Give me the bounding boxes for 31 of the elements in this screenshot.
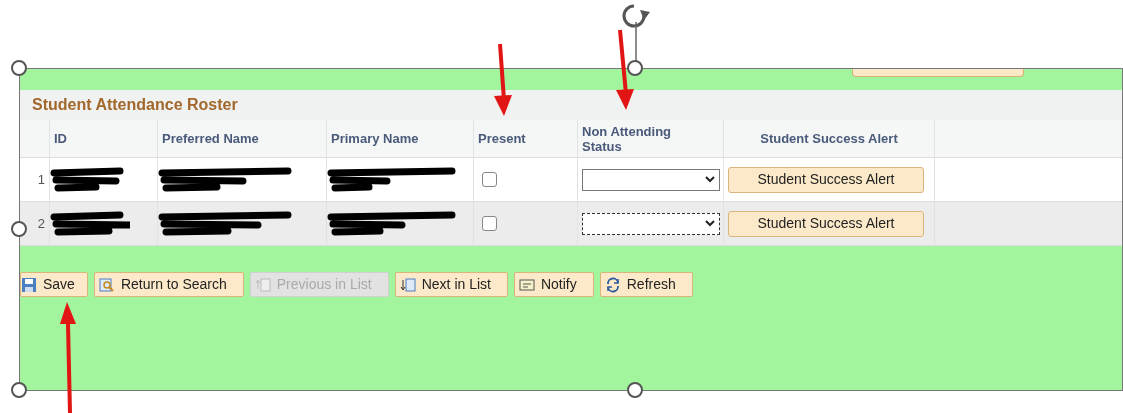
student-success-alert-button[interactable]: Student Success Alert <box>728 166 924 193</box>
column-header: Present <box>478 131 526 146</box>
chevron-down-icon <box>705 176 715 183</box>
notify-button[interactable]: Notify <box>513 272 594 297</box>
roster-title: Student Attendance Roster <box>32 95 238 115</box>
list-down-icon <box>399 276 416 293</box>
column-header: ID <box>54 131 67 146</box>
student-success-alert-button[interactable]: Student Success Alert <box>728 210 924 237</box>
column-header: Non Attending Status <box>582 123 673 154</box>
magnifier-icon <box>98 276 115 293</box>
refresh-icon <box>604 276 621 293</box>
search-button[interactable]: Return to Search <box>93 272 244 297</box>
next-button[interactable]: Next in List <box>394 272 508 297</box>
present-checkbox[interactable] <box>482 216 497 231</box>
row-number: 1 <box>37 170 45 189</box>
note-icon <box>518 276 535 293</box>
resize-handle[interactable] <box>627 382 643 398</box>
row-number: 2 <box>37 214 45 233</box>
resize-handle[interactable] <box>11 221 27 237</box>
column-header: Primary Name <box>331 131 419 146</box>
resize-handle[interactable] <box>11 382 27 398</box>
present-checkbox[interactable] <box>482 172 497 187</box>
list-up-icon <box>254 276 271 293</box>
status-dropdown[interactable] <box>582 212 720 235</box>
resize-handle[interactable] <box>627 60 643 76</box>
save-button[interactable]: Save <box>20 272 88 297</box>
resize-handle[interactable] <box>11 60 27 76</box>
column-header: Student Success Alert <box>760 131 898 146</box>
column-header: Preferred Name <box>162 131 259 146</box>
refresh-button[interactable]: Refresh <box>599 272 693 297</box>
chevron-down-icon <box>705 220 715 227</box>
